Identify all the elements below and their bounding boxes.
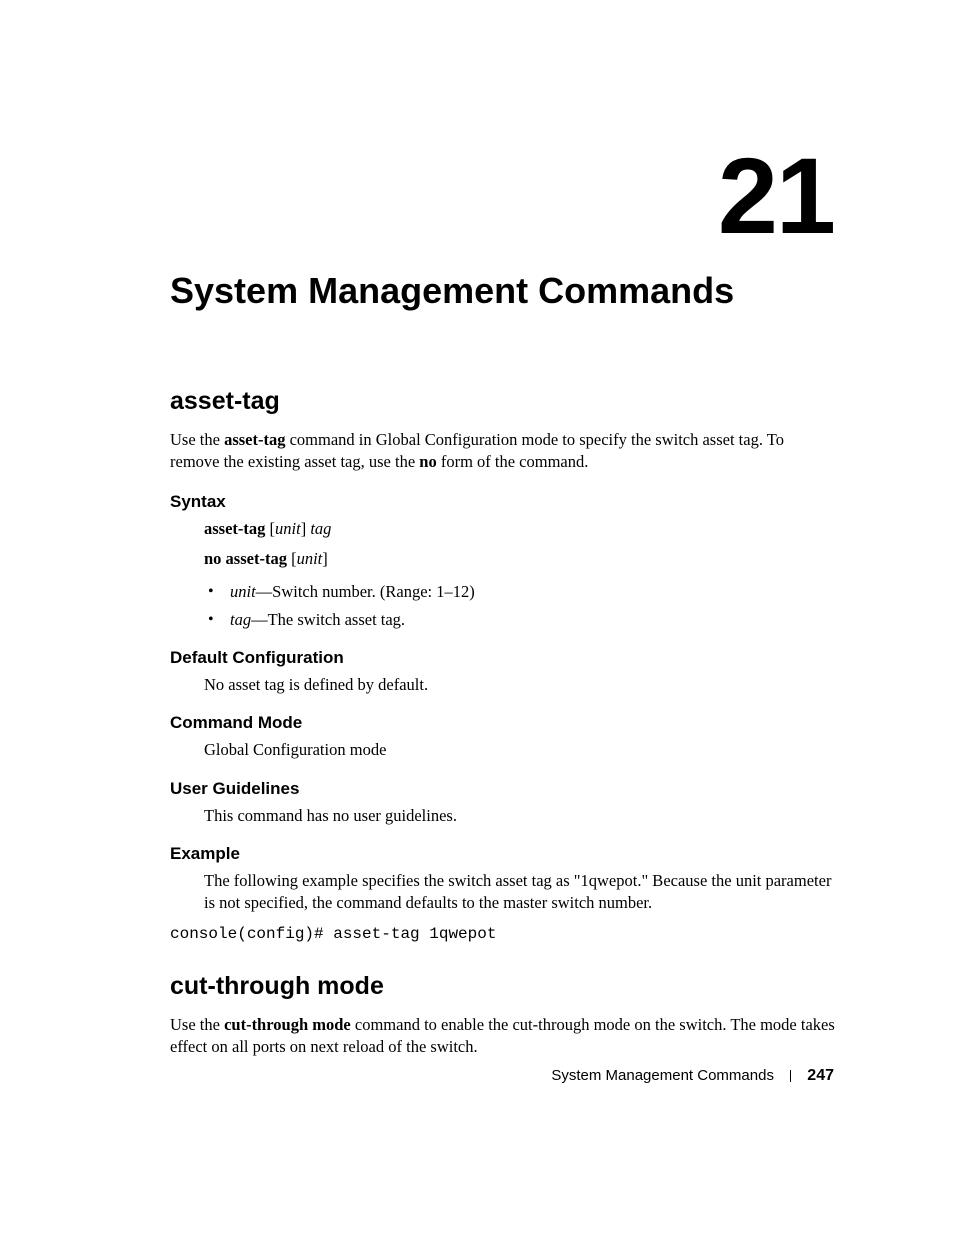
user-guidelines-heading: User Guidelines	[170, 778, 835, 801]
syntax-line: no asset-tag [unit]	[204, 548, 835, 570]
page-number: 247	[807, 1067, 834, 1084]
page-content: asset-tag Use the asset-tag command in G…	[170, 385, 835, 1058]
bold-text: no	[419, 452, 436, 471]
command-mode-section: Command Mode Global Configuration mode	[170, 712, 835, 761]
footer-separator	[790, 1070, 791, 1082]
section-heading-asset-tag: asset-tag	[170, 385, 835, 419]
footer-title: System Management Commands	[551, 1067, 774, 1084]
cut-through-intro: Use the cut-through mode command to enab…	[170, 1014, 835, 1059]
syntax-param: unit	[297, 549, 323, 568]
text-fragment: Use the	[170, 1015, 224, 1034]
syntax-bullet-list: unit—Switch number. (Range: 1–12) tag—Th…	[204, 581, 835, 632]
syntax-line: asset-tag [unit] tag	[204, 518, 835, 540]
command-mode-text: Global Configuration mode	[204, 739, 835, 761]
bold-text: cut-through mode	[224, 1015, 351, 1034]
text-fragment: ]	[322, 549, 328, 568]
bullet-param: tag	[230, 610, 251, 629]
example-code: console(config)# asset-tag 1qwepot	[170, 924, 835, 946]
chapter-number: 21	[718, 142, 834, 250]
text-fragment: [	[265, 519, 275, 538]
bullet-text: —Switch number. (Range: 1–12)	[256, 582, 475, 601]
example-section: Example The following example specifies …	[170, 843, 835, 946]
command-mode-heading: Command Mode	[170, 712, 835, 735]
syntax-section: Syntax asset-tag [unit] tag no asset-tag…	[170, 491, 835, 631]
default-config-heading: Default Configuration	[170, 647, 835, 670]
example-heading: Example	[170, 843, 835, 866]
default-config-text: No asset tag is defined by default.	[204, 674, 835, 696]
syntax-param: unit	[275, 519, 301, 538]
text-fragment: [	[287, 549, 297, 568]
example-text: The following example specifies the swit…	[204, 870, 835, 915]
user-guidelines-section: User Guidelines This command has no user…	[170, 778, 835, 827]
user-guidelines-text: This command has no user guidelines.	[204, 805, 835, 827]
section-heading-cut-through: cut-through mode	[170, 970, 835, 1004]
list-item: unit—Switch number. (Range: 1–12)	[204, 581, 835, 603]
text-fragment: ]	[301, 519, 311, 538]
bullet-param: unit	[230, 582, 256, 601]
page-footer: System Management Commands 247	[551, 1067, 834, 1085]
text-fragment: form of the command.	[437, 452, 589, 471]
bold-text: asset-tag	[224, 430, 285, 449]
syntax-keyword: asset-tag	[204, 519, 265, 538]
text-fragment: Use the	[170, 430, 224, 449]
syntax-keyword: no asset-tag	[204, 549, 287, 568]
bullet-text: —The switch asset tag.	[251, 610, 405, 629]
syntax-param: tag	[310, 519, 331, 538]
asset-tag-intro: Use the asset-tag command in Global Conf…	[170, 429, 835, 474]
list-item: tag—The switch asset tag.	[204, 609, 835, 631]
chapter-title: System Management Commands	[170, 270, 734, 312]
syntax-heading: Syntax	[170, 491, 835, 514]
default-config-section: Default Configuration No asset tag is de…	[170, 647, 835, 696]
